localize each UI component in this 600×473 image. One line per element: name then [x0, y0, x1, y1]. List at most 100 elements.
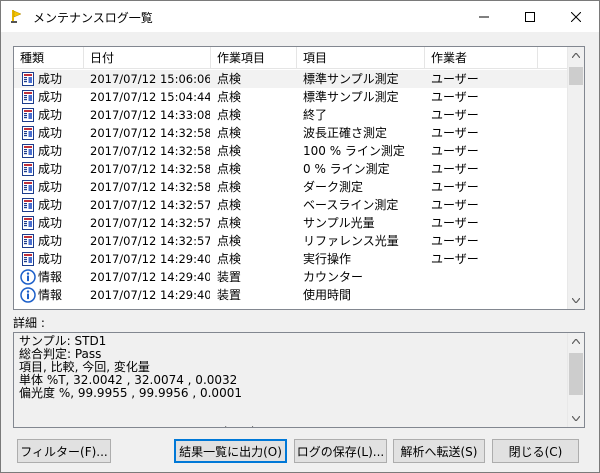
minimize-button[interactable]: [461, 1, 507, 32]
maintenance-log-window: メンテナンスログ一覧 種類 日付 作業項目 項目 作業者 成功 2017/07/1…: [0, 0, 600, 473]
cell-user: ユーザー: [431, 108, 479, 122]
cell-date: 2017/07/12 15:04:44: [90, 90, 210, 104]
cell-user: ユーザー: [431, 198, 479, 212]
cell-task: 点検: [217, 72, 242, 86]
column-header-user[interactable]: 作業者: [425, 47, 538, 69]
list-header: 種類 日付 作業項目 項目 作業者: [14, 47, 569, 69]
table-row[interactable]: 成功 2017/07/12 15:04:44 点検 標準サンプル測定 ユーザー: [14, 88, 569, 106]
cell-user: ユーザー: [431, 72, 479, 86]
window-title: メンテナンスログ一覧: [33, 11, 153, 25]
detail-line: Data 1: 201707¥201707121505-pl-TD.jws: [19, 426, 564, 428]
table-row[interactable]: 成功 2017/07/12 14:32:58 点検 0 % ライン測定 ユーザー: [14, 160, 569, 178]
cell-item: ダーク測定: [303, 180, 364, 194]
cell-item: リファレンス光量: [303, 234, 399, 248]
cell-user: ユーザー: [431, 252, 479, 266]
table-row[interactable]: 成功 2017/07/12 14:29:40 点検 実行操作 ユーザー: [14, 250, 569, 268]
cell-date: 2017/07/12 14:33:08: [90, 108, 210, 122]
cell-item: 0 % ライン測定: [303, 162, 390, 176]
cell-task: 点検: [217, 180, 242, 194]
log-icon: [20, 251, 36, 267]
list-scrollbar[interactable]: [567, 47, 584, 309]
table-row[interactable]: 成功 2017/07/12 14:32:57 点検 リファレンス光量 ユーザー: [14, 232, 569, 250]
log-icon: [20, 233, 36, 249]
cell-type: 情報: [38, 270, 63, 284]
cell-user: ユーザー: [431, 144, 479, 158]
table-row[interactable]: 情報 2017/07/12 14:29:40 装置 使用時間: [14, 286, 569, 304]
scroll-thumb[interactable]: [569, 353, 583, 395]
cell-item: 実行操作: [303, 252, 352, 266]
cell-task: 点検: [217, 126, 242, 140]
cell-type: 成功: [38, 72, 63, 86]
cell-user: ユーザー: [431, 216, 479, 230]
cell-type: 成功: [38, 90, 63, 104]
cell-type: 成功: [38, 126, 63, 140]
cell-user: ユーザー: [431, 162, 479, 176]
column-header-task[interactable]: 作業項目: [211, 47, 297, 69]
log-icon: [20, 161, 36, 177]
cell-date: 2017/07/12 15:06:06: [90, 72, 210, 86]
close-window-button[interactable]: [553, 1, 599, 32]
cell-user: ユーザー: [431, 180, 479, 194]
cell-type: 成功: [38, 180, 63, 194]
table-row[interactable]: 成功 2017/07/12 14:32:58 点検 ダーク測定 ユーザー: [14, 178, 569, 196]
cell-user: ユーザー: [431, 234, 479, 248]
table-row[interactable]: 成功 2017/07/12 14:33:08 点検 終了 ユーザー: [14, 106, 569, 124]
cell-task: 点検: [217, 144, 242, 158]
cell-type: 成功: [38, 144, 63, 158]
detail-text-box[interactable]: サンプル: STD1 総合判定: Pass 項目, 比較, 今回, 変化量 単体 %T…: [13, 332, 585, 428]
cell-date: 2017/07/12 14:29:40: [90, 252, 210, 266]
cell-type: 成功: [38, 252, 63, 266]
cell-task: 装置: [217, 288, 242, 302]
cell-date: 2017/07/12 14:32:57: [90, 234, 210, 248]
scroll-down-arrow-icon[interactable]: [568, 410, 584, 427]
cell-task: 装置: [217, 270, 242, 284]
table-row[interactable]: 成功 2017/07/12 14:32:57 点検 サンプル光量 ユーザー: [14, 214, 569, 232]
cell-type: 情報: [38, 288, 63, 302]
detail-line: [19, 400, 564, 426]
filter-button[interactable]: フィルター(F)...: [17, 439, 111, 463]
scroll-up-arrow-icon[interactable]: [568, 47, 584, 64]
export-results-button[interactable]: 結果一覧に出力(O): [174, 439, 287, 463]
cell-item: 終了: [303, 108, 328, 122]
detail-scrollbar[interactable]: [567, 333, 584, 427]
log-list[interactable]: 種類 日付 作業項目 項目 作業者 成功 2017/07/12 15:06:06 点…: [13, 46, 585, 310]
info-icon: [20, 269, 36, 285]
cell-item: ベースライン測定: [303, 198, 399, 212]
save-log-button[interactable]: ログの保存(L)...: [294, 439, 387, 463]
table-row[interactable]: 成功 2017/07/12 14:32:58 点検 波長正確さ測定 ユーザー: [14, 124, 569, 142]
close-button[interactable]: 閉じる(C): [492, 439, 579, 463]
log-icon: [20, 71, 36, 87]
log-icon: [20, 197, 36, 213]
scroll-down-arrow-icon[interactable]: [568, 292, 584, 309]
cell-type: 成功: [38, 216, 63, 230]
log-icon: [20, 143, 36, 159]
cell-task: 点検: [217, 198, 242, 212]
cell-user: [431, 286, 536, 304]
scroll-up-arrow-icon[interactable]: [568, 333, 584, 350]
detail-text: サンプル: STD1 総合判定: Pass 項目, 比較, 今回, 変化量 単体 %T…: [19, 335, 564, 428]
scroll-thumb[interactable]: [569, 67, 583, 85]
cell-user: ユーザー: [431, 126, 479, 140]
cell-item: 標準サンプル測定: [303, 90, 399, 104]
cell-task: 点検: [217, 234, 242, 248]
table-row[interactable]: 成功 2017/07/12 14:32:57 点検 ベースライン測定 ユーザー: [14, 196, 569, 214]
title-bar[interactable]: メンテナンスログ一覧: [1, 1, 599, 32]
maximize-button[interactable]: [507, 1, 553, 32]
cell-date: 2017/07/12 14:29:40: [90, 288, 210, 302]
cell-date: 2017/07/12 14:32:58: [90, 162, 210, 176]
table-row[interactable]: 成功 2017/07/12 15:06:06 点検 標準サンプル測定 ユーザー: [14, 70, 569, 88]
transfer-to-analysis-button[interactable]: 解析へ転送(S): [393, 439, 485, 463]
cell-item: 使用時間: [303, 288, 352, 302]
table-row[interactable]: 情報 2017/07/12 14:29:40 装置 カウンター: [14, 268, 569, 286]
cell-task: 点検: [217, 162, 242, 176]
cell-user: ユーザー: [431, 90, 479, 104]
cell-item: 波長正確さ測定: [303, 126, 388, 140]
column-header-type[interactable]: 種類: [14, 47, 84, 69]
cell-date: 2017/07/12 14:32:57: [90, 216, 210, 230]
log-icon: [20, 215, 36, 231]
cell-item: サンプル光量: [303, 216, 375, 230]
cell-date: 2017/07/12 14:29:40: [90, 270, 210, 284]
table-row[interactable]: 成功 2017/07/12 14:32:58 点検 100 % ライン測定 ユーザー: [14, 142, 569, 160]
column-header-item[interactable]: 項目: [297, 47, 425, 69]
column-header-date[interactable]: 日付: [84, 47, 211, 69]
